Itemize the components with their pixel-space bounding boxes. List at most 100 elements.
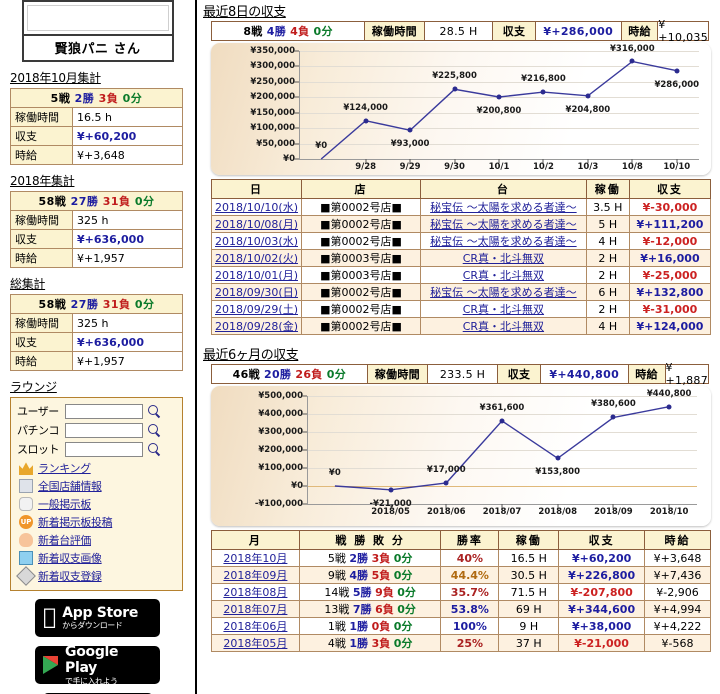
data-point[interactable] — [610, 414, 616, 420]
data-point[interactable] — [629, 58, 635, 64]
machine-link[interactable]: 秘宝伝 ～太陽を求める者達～ — [430, 286, 577, 299]
x-tick-mark — [498, 159, 500, 163]
month-link[interactable]: 2018年05月 — [223, 637, 287, 650]
table-row: 2018/10/01(月) ■第0003号店■ CR真・北斗無双 2 H ¥-25,00… — [211, 266, 712, 284]
y-tick-label: ¥150,000 — [250, 107, 295, 118]
lounge-link-6[interactable]: 新着収支登録 — [38, 568, 102, 584]
data-point[interactable] — [388, 487, 394, 493]
data-point[interactable] — [540, 89, 546, 95]
month-link[interactable]: 2018年07月 — [223, 603, 287, 616]
profile-card[interactable]: 賢狼パニ さん — [21, 0, 174, 62]
lounge-link-row-2[interactable]: 一般掲示板 — [17, 496, 176, 512]
data-point-label: ¥361,600 — [479, 402, 525, 413]
data-point[interactable] — [585, 93, 591, 99]
cell-store: ■第0002号店■ — [300, 300, 422, 318]
date-link[interactable]: 2018/10/01(月) — [215, 269, 298, 282]
stat-label: 収支 — [10, 229, 73, 249]
search-icon[interactable] — [147, 423, 162, 438]
date-link[interactable]: 2018/09/29(土) — [215, 303, 298, 316]
cell-date[interactable]: 2018/09/28(金) — [211, 317, 302, 335]
lounge-link-4[interactable]: 新着台評価 — [38, 532, 91, 548]
cell-machine[interactable]: 秘宝伝 ～太陽を求める者達～ — [420, 198, 587, 216]
google-play-badge[interactable]: Google Play で手に入れよう — [35, 644, 160, 686]
cell-month[interactable]: 2018年05月 — [211, 634, 300, 652]
cell-date[interactable]: 2018/10/08(月) — [211, 215, 302, 233]
app-store-badge[interactable]:  App Store からダウンロード — [35, 599, 160, 637]
cell-hours: 71.5 H — [498, 583, 560, 601]
data-point-label: ¥286,000 — [654, 79, 700, 90]
data-point[interactable] — [674, 68, 680, 74]
data-point[interactable] — [407, 127, 413, 133]
lounge-link-row-3[interactable]: UP 新着掲示板投稿 — [17, 514, 176, 530]
search-icon[interactable] — [147, 404, 162, 419]
daily-col-header-3: 稼働 — [585, 179, 630, 199]
lounge-link-row-5[interactable]: 新着収支画像 — [17, 550, 176, 566]
cell-machine[interactable]: CR真・北斗無双 — [420, 249, 587, 267]
cell-machine[interactable]: 秘宝伝 ～太陽を求める者達～ — [420, 215, 587, 233]
data-point[interactable] — [666, 404, 672, 410]
lounge-link-1[interactable]: 全国店舗情報 — [38, 478, 102, 494]
y-tick-label: ¥300,000 — [258, 427, 303, 437]
table-row: 2018/09/30(日) ■第0002号店■ 秘宝伝 ～太陽を求める者達～ 6 H ¥… — [211, 283, 712, 301]
cell-date[interactable]: 2018/10/10(水) — [211, 198, 302, 216]
month-link[interactable]: 2018年09月 — [223, 569, 287, 582]
month-link[interactable]: 2018年10月 — [223, 552, 287, 565]
date-link[interactable]: 2018/10/03(水) — [215, 235, 298, 248]
lounge-link-row-0[interactable]: ランキング — [17, 460, 176, 476]
lounge-search-input-2[interactable] — [65, 441, 143, 457]
date-link[interactable]: 2018/10/02(火) — [215, 252, 298, 265]
lounge-link-2[interactable]: 一般掲示板 — [38, 496, 91, 512]
machine-link[interactable]: 秘宝伝 ～太陽を求める者達～ — [430, 201, 577, 214]
month-link[interactable]: 2018年06月 — [223, 620, 287, 633]
cell-machine[interactable]: CR真・北斗無双 — [420, 317, 587, 335]
stat-row: 稼働時間 325 h — [10, 313, 183, 333]
cell-month[interactable]: 2018年06月 — [211, 617, 300, 635]
data-point-label: ¥124,000 — [343, 102, 388, 113]
data-point[interactable] — [452, 86, 458, 92]
lounge-link-5[interactable]: 新着収支画像 — [38, 550, 102, 566]
cell-date[interactable]: 2018/10/02(火) — [211, 249, 302, 267]
data-point[interactable] — [555, 455, 561, 461]
data-point[interactable] — [363, 118, 369, 124]
lounge-link-row-4[interactable]: 新着台評価 — [17, 532, 176, 548]
stat-label: 時給 — [10, 351, 73, 371]
date-link[interactable]: 2018/10/10(水) — [215, 201, 298, 214]
table-row: 2018年05月 4戦 1勝 3負 0分 25% 37 H ¥-21,000 ¥-568 — [211, 634, 711, 652]
machine-link[interactable]: CR真・北斗無双 — [463, 269, 544, 282]
machine-link[interactable]: CR真・北斗無双 — [463, 252, 544, 265]
date-link[interactable]: 2018/09/28(金) — [215, 320, 298, 333]
data-point-label: ¥216,800 — [521, 74, 566, 85]
data-point[interactable] — [443, 480, 449, 486]
lounge-link-row-6[interactable]: 新着収支登録 — [16, 566, 176, 586]
month-link[interactable]: 2018年08月 — [223, 586, 287, 599]
lounge-link-row-1[interactable]: 全国店舗情報 — [17, 478, 176, 494]
lounge-search-input-0[interactable] — [65, 403, 143, 419]
lounge-link-3[interactable]: 新着掲示板投稿 — [38, 514, 113, 530]
machine-link[interactable]: 秘宝伝 ～太陽を求める者達～ — [430, 235, 577, 248]
cell-record: 4戦 1勝 3負 0分 — [298, 634, 442, 652]
cell-machine[interactable]: CR真・北斗無双 — [420, 300, 587, 318]
cell-date[interactable]: 2018/09/30(日) — [211, 283, 302, 301]
monthly-col-header-5: 時給 — [644, 530, 711, 550]
lounge-link-0[interactable]: ランキング — [38, 460, 91, 476]
lounge-search-input-1[interactable] — [65, 422, 143, 438]
cell-date[interactable]: 2018/10/01(月) — [211, 266, 302, 284]
date-link[interactable]: 2018/09/30(日) — [215, 286, 298, 299]
data-point[interactable] — [499, 418, 505, 424]
cell-machine[interactable]: CR真・北斗無双 — [420, 266, 587, 284]
cell-machine[interactable]: 秘宝伝 ～太陽を求める者達～ — [420, 232, 587, 250]
machine-link[interactable]: CR真・北斗無双 — [463, 320, 544, 333]
cell-machine[interactable]: 秘宝伝 ～太陽を求める者達～ — [420, 283, 587, 301]
cell-hours: 2 H — [585, 249, 630, 267]
cell-month[interactable]: 2018年10月 — [211, 549, 300, 567]
cell-date[interactable]: 2018/09/29(土) — [211, 300, 302, 318]
machine-link[interactable]: 秘宝伝 ～太陽を求める者達～ — [430, 218, 577, 231]
search-icon[interactable] — [147, 442, 162, 457]
cell-month[interactable]: 2018年09月 — [211, 566, 300, 584]
data-point[interactable] — [496, 94, 502, 100]
machine-link[interactable]: CR真・北斗無双 — [463, 303, 544, 316]
date-link[interactable]: 2018/10/08(月) — [215, 218, 298, 231]
cell-month[interactable]: 2018年07月 — [211, 600, 300, 618]
cell-date[interactable]: 2018/10/03(水) — [211, 232, 302, 250]
cell-month[interactable]: 2018年08月 — [211, 583, 300, 601]
